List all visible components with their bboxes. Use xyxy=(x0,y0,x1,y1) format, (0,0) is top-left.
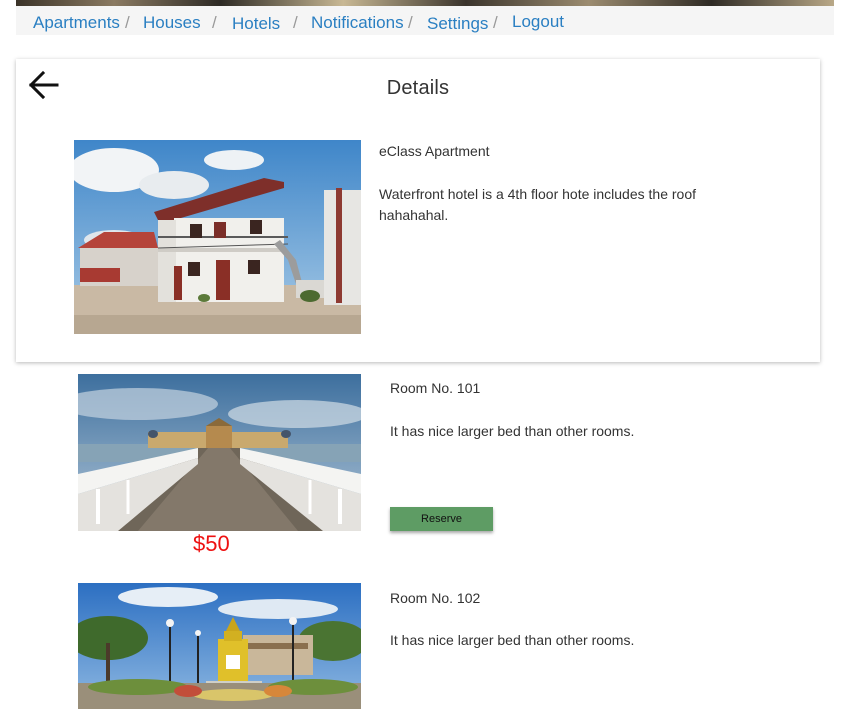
nav-link-logout[interactable]: Logout xyxy=(512,12,564,32)
nav-separator: / xyxy=(493,13,498,32)
nav-link-notifications[interactable]: Notifications xyxy=(311,13,404,33)
details-card: Details eClass Apartment Waterfront hote… xyxy=(16,59,820,362)
room-price: $50 xyxy=(193,531,230,556)
room-name: Room No. 101 xyxy=(390,380,481,396)
property-photo xyxy=(74,140,361,334)
nav-separator: / xyxy=(212,13,217,32)
nav-link-settings[interactable]: Settings xyxy=(427,14,488,34)
page-title: Details xyxy=(386,77,450,99)
nav-separator: / xyxy=(125,13,130,32)
nav-link-hotels[interactable]: Hotels xyxy=(232,14,280,34)
nav-separator: / xyxy=(408,13,413,32)
room-description: It has nice larger bed than other rooms. xyxy=(390,632,635,648)
room-description: It has nice larger bed than other rooms. xyxy=(390,423,635,439)
room-photo xyxy=(78,583,361,709)
property-name: eClass Apartment xyxy=(379,143,490,159)
room-photo xyxy=(78,374,361,531)
reserve-button[interactable]: Reserve xyxy=(390,507,493,531)
page: Apartments / Houses / Hotels / Notificat… xyxy=(0,0,847,709)
property-description: Waterfront hotel is a 4th floor hote inc… xyxy=(379,186,696,223)
top-nav: Apartments / Houses / Hotels / Notificat… xyxy=(16,6,834,35)
nav-link-apartments[interactable]: Apartments xyxy=(33,13,120,33)
room-name: Room No. 102 xyxy=(390,590,481,606)
nav-separator: / xyxy=(293,13,298,32)
nav-link-houses[interactable]: Houses xyxy=(143,13,201,33)
